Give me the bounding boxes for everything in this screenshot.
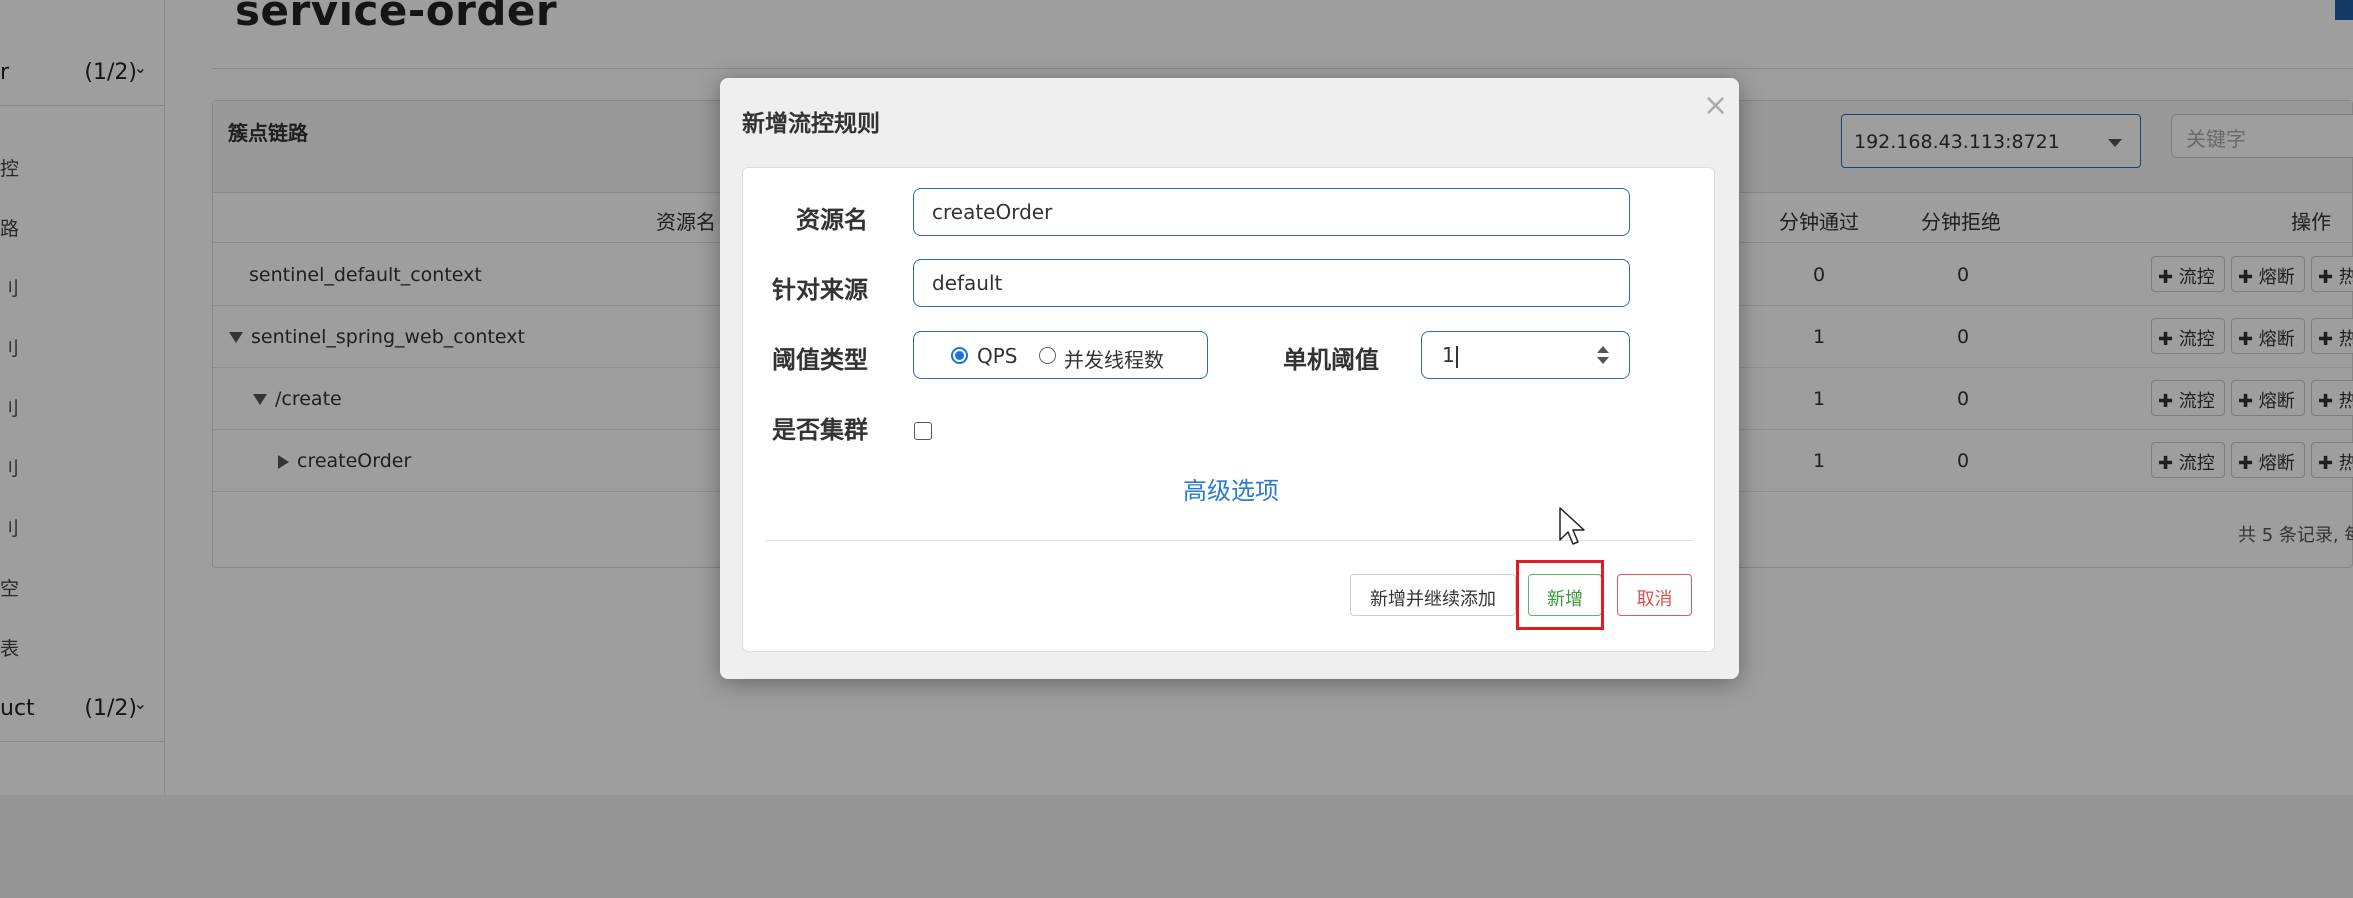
cluster-mode-checkbox[interactable] — [914, 422, 932, 440]
cluster-mode-label: 是否集群 — [772, 416, 868, 444]
cancel-button[interactable]: 取消 — [1617, 574, 1692, 616]
threshold-label: 单机阈值 — [1283, 346, 1379, 374]
number-spinner-icon[interactable] — [1597, 346, 1609, 366]
threshold-type-label: 阈值类型 — [772, 346, 868, 374]
resource-name-input[interactable]: createOrder — [913, 188, 1630, 236]
threshold-count-value: 1 — [1442, 343, 1455, 367]
highlight-box — [1516, 560, 1604, 630]
add-and-continue-button[interactable]: 新增并继续添加 — [1350, 574, 1516, 616]
threshold-count-input[interactable]: 1 — [1421, 331, 1630, 379]
mouse-cursor-icon — [1559, 507, 1585, 545]
limit-app-label: 针对来源 — [772, 276, 868, 304]
thread-count-radio-label[interactable]: 并发线程数 — [1064, 344, 1164, 373]
qps-radio[interactable] — [951, 347, 968, 364]
form-divider — [765, 540, 1693, 541]
text-caret — [1455, 345, 1458, 368]
dialog-title: 新增流控规则 — [742, 111, 880, 137]
threshold-type-group: QPS 并发线程数 — [913, 331, 1208, 379]
qps-radio-label[interactable]: QPS — [977, 344, 1018, 368]
close-icon[interactable]: × — [1703, 88, 1728, 123]
limit-app-input[interactable]: default — [913, 259, 1630, 307]
resource-name-label: 资源名 — [796, 206, 868, 234]
thread-count-radio[interactable] — [1039, 347, 1056, 364]
advanced-options-link[interactable]: 高级选项 — [1183, 471, 1279, 506]
